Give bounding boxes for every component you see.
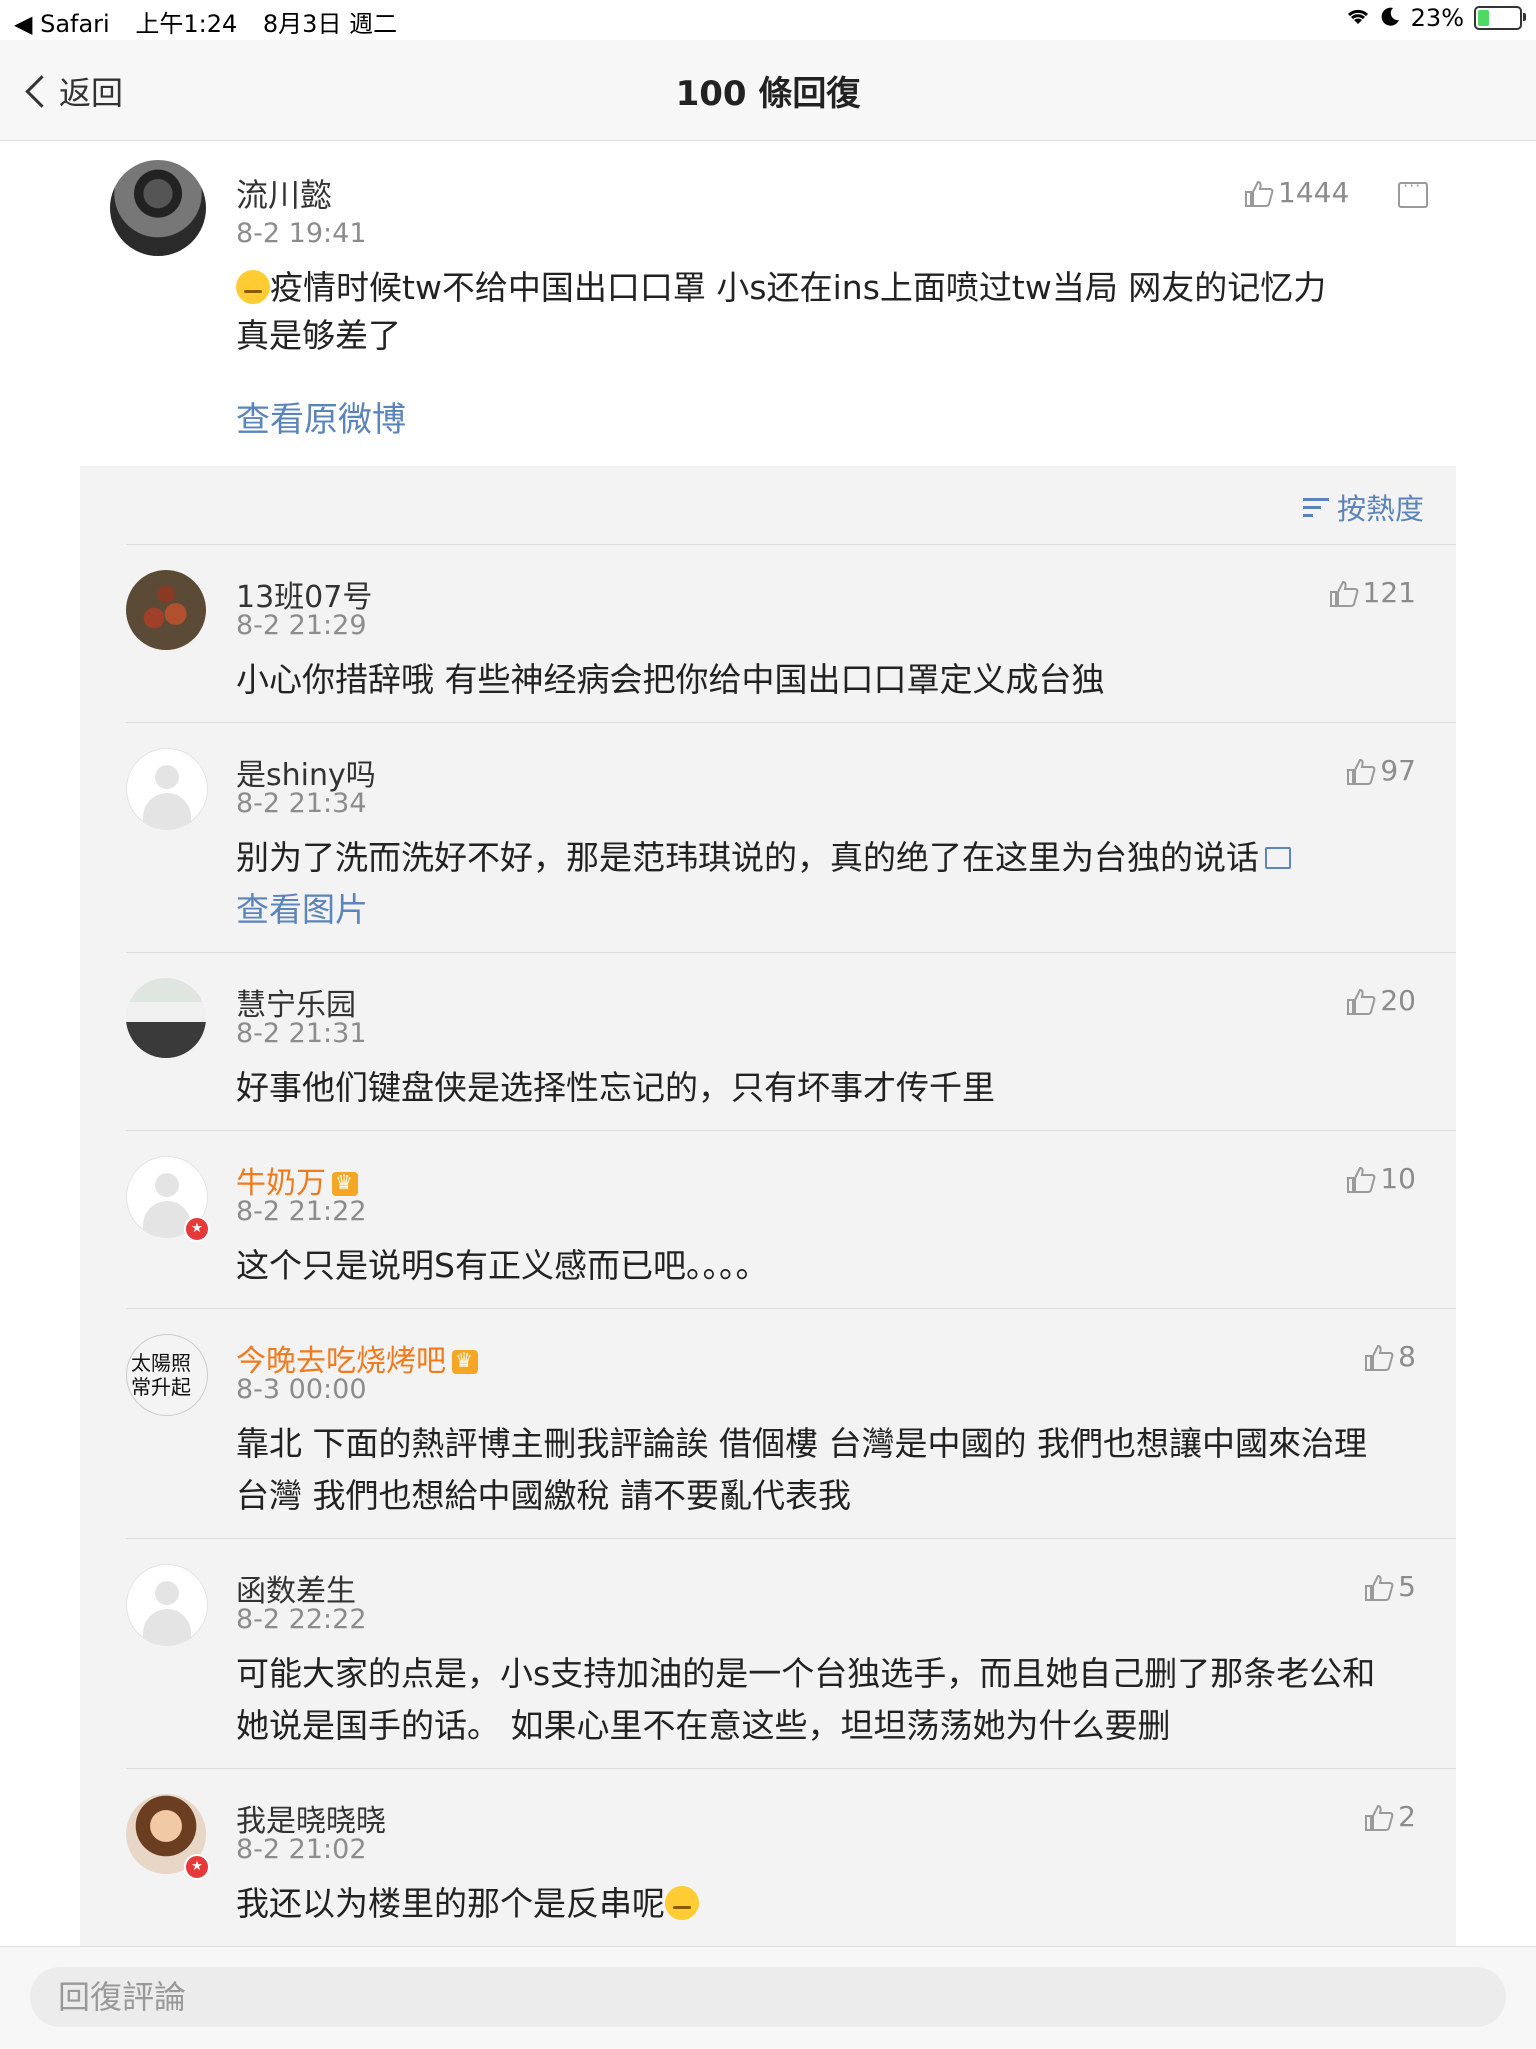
comment-text: 小心你措辞哦 有些神经病会把你给中国出口口罩定义成台独 (236, 660, 1105, 699)
view-original-link[interactable]: 查看原微博 (236, 392, 406, 441)
comment-like-button[interactable]: 97 (1346, 754, 1416, 787)
comment-time: 8-2 21:22 (236, 1196, 367, 1227)
comment-like-button[interactable]: 5 (1364, 1570, 1416, 1603)
comment-item: 13班07号 8-2 21:29 121 小心你措辞哦 有些神经病会把你给中国出… (126, 570, 1456, 730)
status-app[interactable]: ◀ Safari (14, 10, 110, 38)
comment-like-button[interactable]: 121 (1329, 576, 1416, 609)
comment-like-button[interactable]: 8 (1364, 1340, 1416, 1373)
comment-text-body: 别为了洗而洗好不好，那是范玮琪说的，真的绝了在这里为台独的说话 (236, 838, 1259, 877)
sort-button[interactable]: 按熱度 (1302, 486, 1424, 528)
post-like-count: 1444 (1278, 176, 1350, 209)
comment-text: 这个只是说明S有正义感而已吧。。。。 (236, 1246, 769, 1285)
comment-item: ★ 牛奶万 8-2 21:22 10 这个只是说明S有正义感而已吧。。。。 (126, 1156, 1456, 1316)
moon-icon (1381, 4, 1401, 32)
comment-text: 好事他们键盘侠是选择性忘记的，只有坏事才传千里 (236, 1068, 995, 1107)
like-count: 5 (1398, 1570, 1416, 1603)
status-time: 上午1:24 (135, 10, 238, 38)
divider (126, 722, 1456, 723)
comment-time: 8-2 21:02 (236, 1834, 367, 1865)
verified-badge-icon: ★ (184, 1216, 210, 1242)
comment-like-button[interactable]: 10 (1346, 1162, 1416, 1195)
divider (126, 1768, 1456, 1769)
like-count: 2 (1398, 1800, 1416, 1833)
thumbs-up-icon (1364, 1804, 1394, 1831)
comment-item: 太陽照常升起 今晚去吃烧烤吧 8-3 00:00 8 靠北 下面的熱評博主刪我評… (126, 1334, 1456, 1534)
sort-icon (1302, 496, 1329, 518)
comment-text: 靠北 下面的熱評博主刪我評論誒 借個樓 台灣是中國的 我們也想讓中國來治理台灣 … (236, 1424, 1367, 1515)
status-date: 8月3日 週二 (262, 10, 398, 38)
post-like-button[interactable]: 1444 (1244, 176, 1349, 209)
thumbs-up-icon (1346, 988, 1376, 1015)
view-image-link[interactable]: 查看图片 (236, 890, 368, 929)
comment-item: 函数差生 8-2 22:22 5 可能大家的点是，小s支持加油的是一个台独选手，… (126, 1564, 1456, 1764)
divider (126, 952, 1456, 953)
comment-like-button[interactable]: 2 (1364, 1800, 1416, 1833)
comment-text: 可能大家的点是，小s支持加油的是一个台独选手，而且她自己删了那条老公和她说是国手… (236, 1654, 1376, 1745)
thumbs-up-icon (1329, 580, 1358, 607)
thumbs-up-icon (1346, 758, 1376, 785)
reply-bar (0, 1946, 1536, 2049)
thumbs-up-icon (1364, 1344, 1394, 1371)
post-time: 8-2 19:41 (236, 218, 367, 249)
post-author-avatar[interactable] (110, 160, 206, 256)
divider (126, 1130, 1456, 1131)
comments-panel: 按熱度 13班07号 8-2 21:29 121 小心你措辞哦 有些神经病会把你… (80, 466, 1456, 1946)
verified-badge-icon: ★ (184, 1854, 210, 1880)
status-bar: ◀ Safari 上午1:24 8月3日 週二 23% (0, 0, 1536, 40)
comment-item: 慧宁乐园 8-2 21:31 20 好事他们键盘侠是选择性忘记的，只有坏事才传千… (126, 978, 1456, 1138)
reply-input[interactable] (30, 1967, 1506, 2027)
like-count: 8 (1398, 1340, 1416, 1373)
avatar-calligraphy: 太陽照常升起 (131, 1351, 191, 1399)
wifi-icon (1345, 4, 1371, 32)
like-count: 10 (1380, 1162, 1416, 1195)
avatar[interactable] (126, 570, 206, 650)
comment-item: 是shiny吗 8-2 21:34 97 别为了洗而洗好不好，那是范玮琪说的，真… (126, 748, 1456, 948)
comment-time: 8-3 00:00 (236, 1374, 367, 1405)
comment-time: 8-2 21:31 (236, 1018, 367, 1049)
vip-crown-icon (452, 1348, 478, 1374)
sort-label: 按熱度 (1336, 492, 1424, 526)
comment-text: 别为了洗而洗好不好，那是范玮琪说的，真的绝了在这里为台独的说话 查看图片 (236, 832, 1376, 936)
battery-percent: 23% (1410, 4, 1464, 32)
like-count: 121 (1362, 576, 1416, 609)
divider (126, 1538, 1456, 1539)
comment-icon[interactable] (1398, 176, 1428, 208)
comment-item: ★ 我是晓晓晓 8-2 21:02 2 我还以为楼里的那个是反串呢 (126, 1794, 1456, 1944)
thumbs-up-icon (1364, 1574, 1394, 1601)
comment-time: 8-2 22:22 (236, 1604, 367, 1635)
nav-bar: 返回 100 條回復 (0, 40, 1536, 141)
comment-like-button[interactable]: 20 (1346, 984, 1416, 1017)
avatar[interactable] (126, 978, 206, 1058)
avatar[interactable]: 太陽照常升起 (126, 1334, 208, 1416)
smirk-emoji-icon (236, 270, 270, 304)
divider (126, 544, 1456, 545)
post-text-body: 疫情时候tw不给中国出口口罩 小s还在ins上面喷过tw当局 网友的记忆力真是够… (236, 268, 1327, 355)
divider (126, 1308, 1456, 1309)
avatar[interactable] (126, 1564, 208, 1646)
post-author-name[interactable]: 流川懿 (236, 170, 332, 216)
image-icon (1265, 847, 1291, 869)
comment-time: 8-2 21:29 (236, 610, 367, 641)
comment-text: 我还以为楼里的那个是反串呢 (236, 1878, 1376, 1930)
avatar[interactable] (126, 748, 208, 830)
comment-time: 8-2 21:34 (236, 788, 367, 819)
thumbs-up-icon (1346, 1166, 1376, 1193)
sweat-emoji-icon (665, 1886, 699, 1920)
page-title: 100 條回復 (675, 74, 861, 114)
battery-icon (1474, 6, 1526, 30)
vip-crown-icon (332, 1170, 358, 1196)
like-count: 97 (1380, 754, 1416, 787)
comment-text-body: 我还以为楼里的那个是反串呢 (236, 1884, 665, 1923)
thumbs-up-icon (1244, 180, 1274, 207)
like-count: 20 (1380, 984, 1416, 1017)
post-text: 疫情时候tw不给中国出口口罩 小s还在ins上面喷过tw当局 网友的记忆力真是够… (236, 264, 1346, 360)
